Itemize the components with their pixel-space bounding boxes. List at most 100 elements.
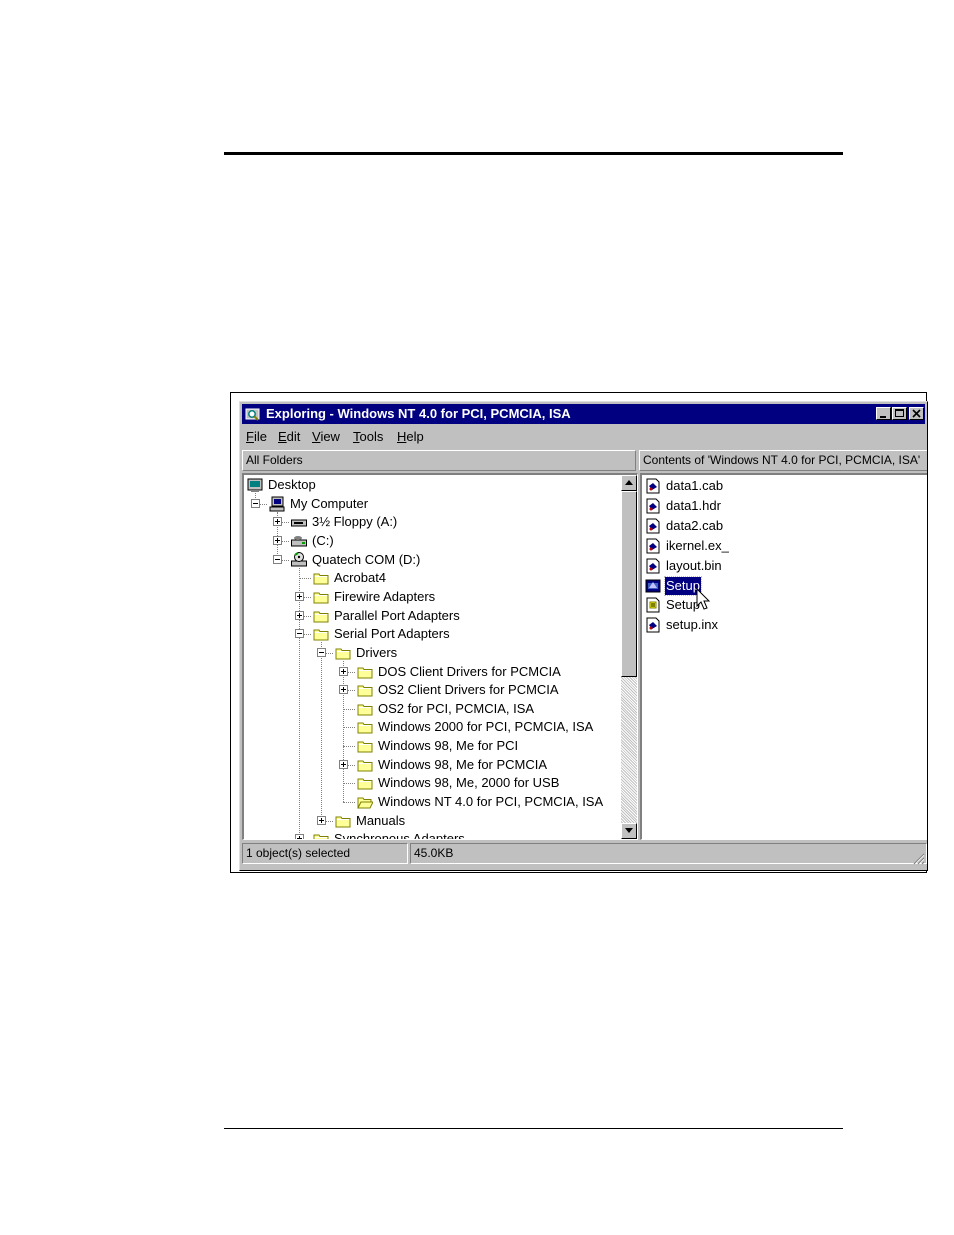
tree-item-label: Firewire Adapters	[334, 588, 436, 604]
expand-icon[interactable]	[339, 685, 348, 695]
contents-header: Contents of 'Windows NT 4.0 for PCI, PCM…	[639, 450, 927, 471]
window-title: Exploring - Windows NT 4.0 for PCI, PCMC…	[266, 406, 571, 421]
file-name: setup.inx	[666, 617, 719, 633]
file-name: layout.bin	[666, 557, 722, 573]
file-icon	[646, 558, 660, 574]
file-name: data1.cab	[666, 478, 724, 493]
menu-view[interactable]: View	[312, 427, 340, 447]
tree-vertical-scrollbar[interactable]	[621, 475, 637, 839]
folder-icon	[335, 648, 351, 660]
file-icon	[646, 498, 660, 514]
expand-icon[interactable]	[339, 666, 348, 676]
collapse-icon[interactable]	[295, 629, 304, 639]
explorer-app-icon	[245, 408, 260, 421]
folder-icon	[313, 573, 329, 585]
setup-exe-icon	[645, 579, 661, 592]
contents-pane[interactable]: data1.cab data1.hdr data2.cab ikernel.ex_la…	[640, 473, 927, 840]
expand-icon[interactable]	[339, 759, 348, 769]
collapse-icon[interactable]	[251, 498, 260, 508]
file-name: data1.hdr	[666, 497, 721, 513]
folder-icon	[357, 741, 373, 753]
computer-icon	[269, 496, 285, 512]
maximize-icon	[895, 409, 904, 417]
folder-icon	[313, 611, 329, 623]
menu-file[interactable]: File	[246, 427, 267, 447]
arrow-down-icon	[625, 828, 633, 833]
close-icon	[912, 409, 921, 418]
tree-item-label: Serial Port Adapters	[334, 626, 450, 642]
file-name: data2.cab	[666, 517, 724, 533]
tree-item-label: DOS Client Drivers for PCMCIA	[378, 663, 561, 679]
folder-icon	[357, 722, 373, 734]
expand-icon[interactable]	[273, 517, 282, 527]
folder-icon	[313, 629, 329, 641]
tree-connector	[343, 708, 355, 710]
mouse-pointer-icon	[696, 588, 711, 610]
scroll-thumb[interactable]	[621, 491, 637, 677]
hard-drive-icon	[291, 535, 307, 547]
tree-connector	[299, 578, 311, 580]
settings-file-icon	[646, 597, 660, 613]
tree-item-label: 3½ Floppy (A:)	[312, 514, 398, 530]
resize-grip-icon[interactable]	[911, 851, 925, 865]
status-bar: 1 object(s) selected 45.0KB	[242, 843, 927, 865]
scroll-down-button[interactable]	[621, 823, 637, 839]
folder-icon	[357, 704, 373, 716]
minimize-icon	[880, 416, 886, 418]
tree-connector	[343, 746, 355, 748]
tree-item-label: Windows 98, Me, 2000 for USB	[378, 775, 560, 791]
desktop-icon	[247, 478, 263, 492]
status-size: 45.0KB	[410, 843, 927, 864]
tree-item-label: Desktop	[268, 477, 316, 492]
menu-tools[interactable]: Tools	[353, 427, 383, 447]
menu-edit[interactable]: Edit	[278, 427, 300, 447]
explorer-window: Exploring - Windows NT 4.0 for PCI, PCMC…	[239, 401, 928, 871]
collapse-icon[interactable]	[273, 554, 282, 564]
status-selection: 1 object(s) selected	[242, 843, 408, 864]
expand-icon[interactable]	[273, 535, 282, 545]
file-icon	[646, 617, 660, 633]
tree-item-label: Drivers	[356, 644, 398, 660]
expand-icon[interactable]	[295, 591, 304, 601]
expand-icon[interactable]	[295, 610, 304, 620]
expand-icon[interactable]	[317, 815, 326, 825]
tree-item-label: Quatech COM (D:)	[312, 551, 421, 567]
all-folders-header: All Folders	[242, 450, 636, 471]
tree-connector	[343, 727, 355, 729]
file-icon	[646, 538, 660, 554]
minimize-button[interactable]	[876, 407, 891, 420]
tree-item-label: OS2 Client Drivers for PCMCIA	[378, 682, 559, 698]
folder-icon	[357, 667, 373, 678]
title-bar[interactable]: Exploring - Windows NT 4.0 for PCI, PCMC…	[242, 404, 925, 424]
tree-connector	[343, 802, 355, 804]
folder-icon	[335, 816, 351, 828]
tree-connector	[343, 660, 344, 803]
footer-rule	[224, 1128, 843, 1129]
tree-item-label: Windows NT 4.0 for PCI, PCMCIA, ISA	[378, 794, 604, 810]
tree-item-label: Windows 2000 for PCI, PCMCIA, ISA	[378, 719, 594, 735]
open-folder-icon	[357, 797, 373, 809]
expand-icon[interactable]	[295, 834, 304, 839]
folder-icon	[357, 685, 373, 697]
screenshot-frame: Exploring - Windows NT 4.0 for PCI, PCMC…	[230, 392, 928, 873]
arrow-up-icon	[625, 480, 633, 485]
tree-item-label: My Computer	[290, 495, 369, 511]
file-icon	[646, 478, 660, 494]
menu-help[interactable]: Help	[397, 427, 424, 447]
maximize-button[interactable]	[892, 407, 907, 420]
tree-item-label: Manuals	[356, 812, 406, 828]
close-button[interactable]	[909, 407, 924, 420]
file-icon	[646, 518, 660, 534]
tree-connector	[299, 839, 311, 840]
tree-item-label: Synchronous Adapters	[334, 831, 465, 840]
tree-item-label: Acrobat4	[334, 570, 387, 586]
folder-icon	[313, 592, 329, 604]
cd-drive-icon	[291, 551, 307, 567]
file-name: ikernel.ex_	[666, 537, 729, 553]
floppy-drive-icon	[291, 519, 307, 527]
folder-tree-pane[interactable]: Desktop My Computer 3½ Floppy (A:) (C:) Quat…	[242, 473, 638, 840]
tree-item-label: (C:)	[312, 532, 334, 548]
scroll-up-button[interactable]	[621, 475, 637, 491]
tree-connector	[343, 783, 355, 785]
collapse-icon[interactable]	[317, 647, 326, 657]
